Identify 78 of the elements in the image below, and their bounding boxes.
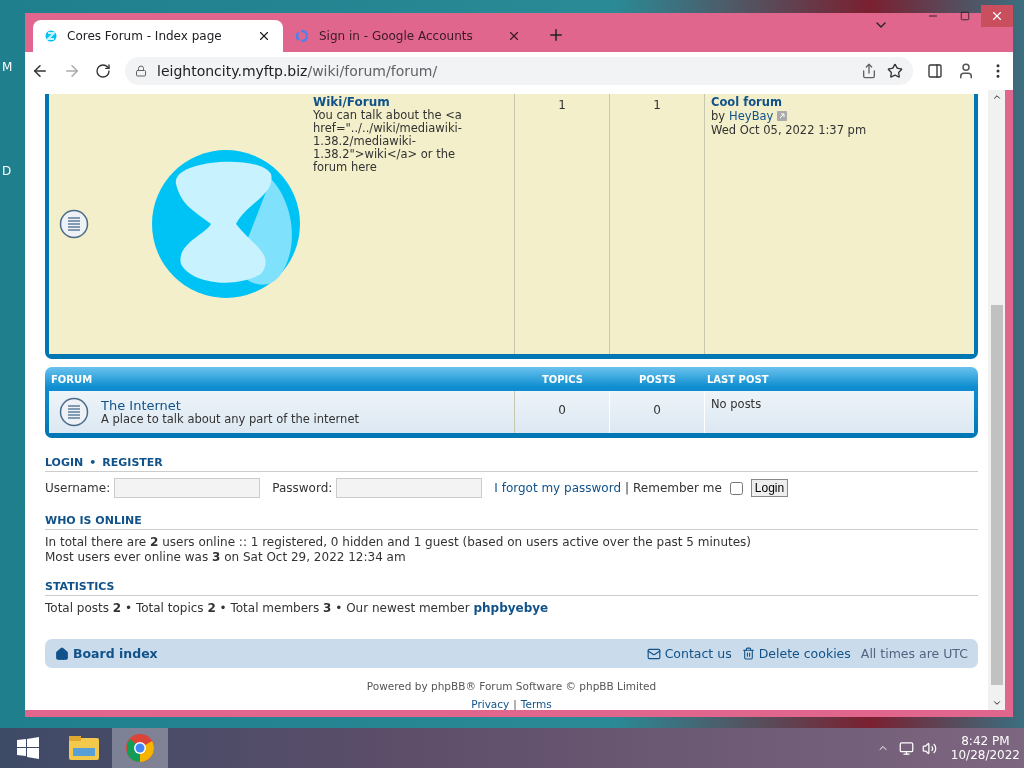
forum-read-icon [59, 209, 89, 239]
close-button[interactable] [981, 5, 1013, 27]
password-field[interactable] [336, 478, 483, 498]
back-button[interactable] [31, 62, 49, 80]
login-button[interactable]: Login [750, 479, 789, 497]
last-post-link[interactable]: Cool forum [711, 95, 968, 109]
taskbar-clock[interactable]: 8:42 PM 10/28/2022 [950, 734, 1020, 762]
online-info-text: In total there are 2 users online :: 1 registered, 0 hidden and 1 guest (based on users active over the past 5 minutes) [45, 535, 752, 550]
url-text: leightoncity.myftp.biz/wiki/forum/forum/ [157, 63, 438, 79]
new-tab-button[interactable] [547, 26, 565, 44]
separator-dot: • [89, 456, 97, 469]
windows-start-icon[interactable] [17, 737, 39, 759]
topics-count: 0 [515, 391, 610, 433]
register-link[interactable]: REGISTER [102, 456, 163, 469]
close-icon [990, 9, 1004, 23]
column-header: TOPICS [540, 373, 585, 385]
lock-icon [135, 65, 147, 77]
divider-text: | [513, 698, 517, 710]
volume-icon[interactable] [921, 740, 937, 756]
browser-tab[interactable]: Cores Forum - Index page [33, 20, 283, 52]
powered-by-text: Powered by phpBB® Forum Software © phpBB Limited [366, 680, 657, 692]
login-link[interactable]: LOGIN [45, 456, 84, 469]
chrome-taskbar-icon[interactable] [112, 728, 168, 768]
privacy-link[interactable]: Privacy [471, 698, 510, 710]
trash-icon [741, 647, 755, 660]
home-icon [55, 646, 69, 661]
no-posts-text: No posts [711, 397, 763, 411]
site-favicon [45, 30, 57, 42]
forum-description: A place to talk about any part of the internet [101, 413, 359, 426]
timezone-text: All times are UTC [860, 646, 968, 661]
delete-cookies-link[interactable]: Delete cookies [741, 646, 851, 661]
network-icon[interactable] [898, 740, 914, 756]
desktop-icon-label: D [2, 164, 12, 178]
tab-title: Cores Forum - Index page [67, 29, 223, 43]
newest-member-link[interactable]: phpbyebye [473, 601, 549, 615]
forum-title-link[interactable]: The Internet [101, 398, 359, 413]
side-panel-button[interactable] [927, 63, 943, 79]
section-heading: STATISTICS [45, 580, 115, 593]
board-index-link[interactable]: Board index [55, 646, 158, 661]
statistics-text: Total posts 2 • Total topics 2 • Total members 3 • Our newest member phpbyebye [45, 601, 550, 616]
remember-me-label: Remember me [633, 481, 722, 495]
scroll-up-icon[interactable] [991, 92, 1002, 102]
online-info-text: Most users ever online was 3 on Sat Oct 29, 2022 12:34 am [45, 550, 407, 565]
desktop-icon-label: M [2, 60, 13, 74]
column-header: LAST POST [706, 373, 770, 385]
maximize-icon[interactable] [960, 11, 970, 21]
bookmark-star-icon[interactable] [887, 63, 903, 79]
profile-button[interactable] [957, 62, 975, 80]
tab-title: Sign in - Google Accounts [319, 29, 474, 43]
topics-count: 1 [515, 94, 610, 354]
column-header: POSTS [637, 373, 678, 385]
section-heading: WHO IS ONLINE [45, 514, 142, 527]
username-field[interactable] [114, 478, 261, 498]
posts-count: 1 [610, 94, 705, 354]
browser-tab[interactable]: Sign in - Google Accounts [283, 20, 533, 52]
google-favicon [295, 29, 309, 43]
remember-me-checkbox[interactable] [729, 481, 743, 495]
close-tab-icon[interactable] [257, 29, 271, 43]
share-icon[interactable] [861, 63, 877, 79]
scroll-down-icon[interactable] [991, 698, 1002, 708]
scrollbar[interactable] [988, 90, 1005, 710]
author-link[interactable]: HeyBay [729, 109, 774, 123]
forum-title-link[interactable]: Wiki/Forum [313, 95, 463, 109]
last-post-date: Wed Oct 05, 2022 1:37 pm [711, 123, 868, 137]
address-bar[interactable]: leightoncity.myftp.biz/wiki/forum/forum/ [125, 57, 913, 85]
contact-us-link[interactable]: Contact us [646, 646, 732, 661]
divider-text: | [625, 481, 630, 495]
password-label: Password: [272, 481, 333, 495]
forum-description: You can talk about the <a href="../../wiki/mediawiki-1.38.2/mediawiki-1.38.2">wiki</a> or the forum here [313, 109, 463, 174]
forgot-password-link[interactable]: I forgot my password [494, 481, 621, 495]
forum-read-icon [59, 397, 89, 427]
by-label: by [711, 109, 726, 123]
column-header: FORUM [50, 373, 94, 385]
username-label: Username: [45, 481, 111, 495]
reload-button[interactable] [95, 63, 111, 79]
envelope-icon [646, 646, 661, 661]
posts-count: 0 [610, 391, 705, 433]
terms-link[interactable]: Terms [520, 698, 552, 710]
